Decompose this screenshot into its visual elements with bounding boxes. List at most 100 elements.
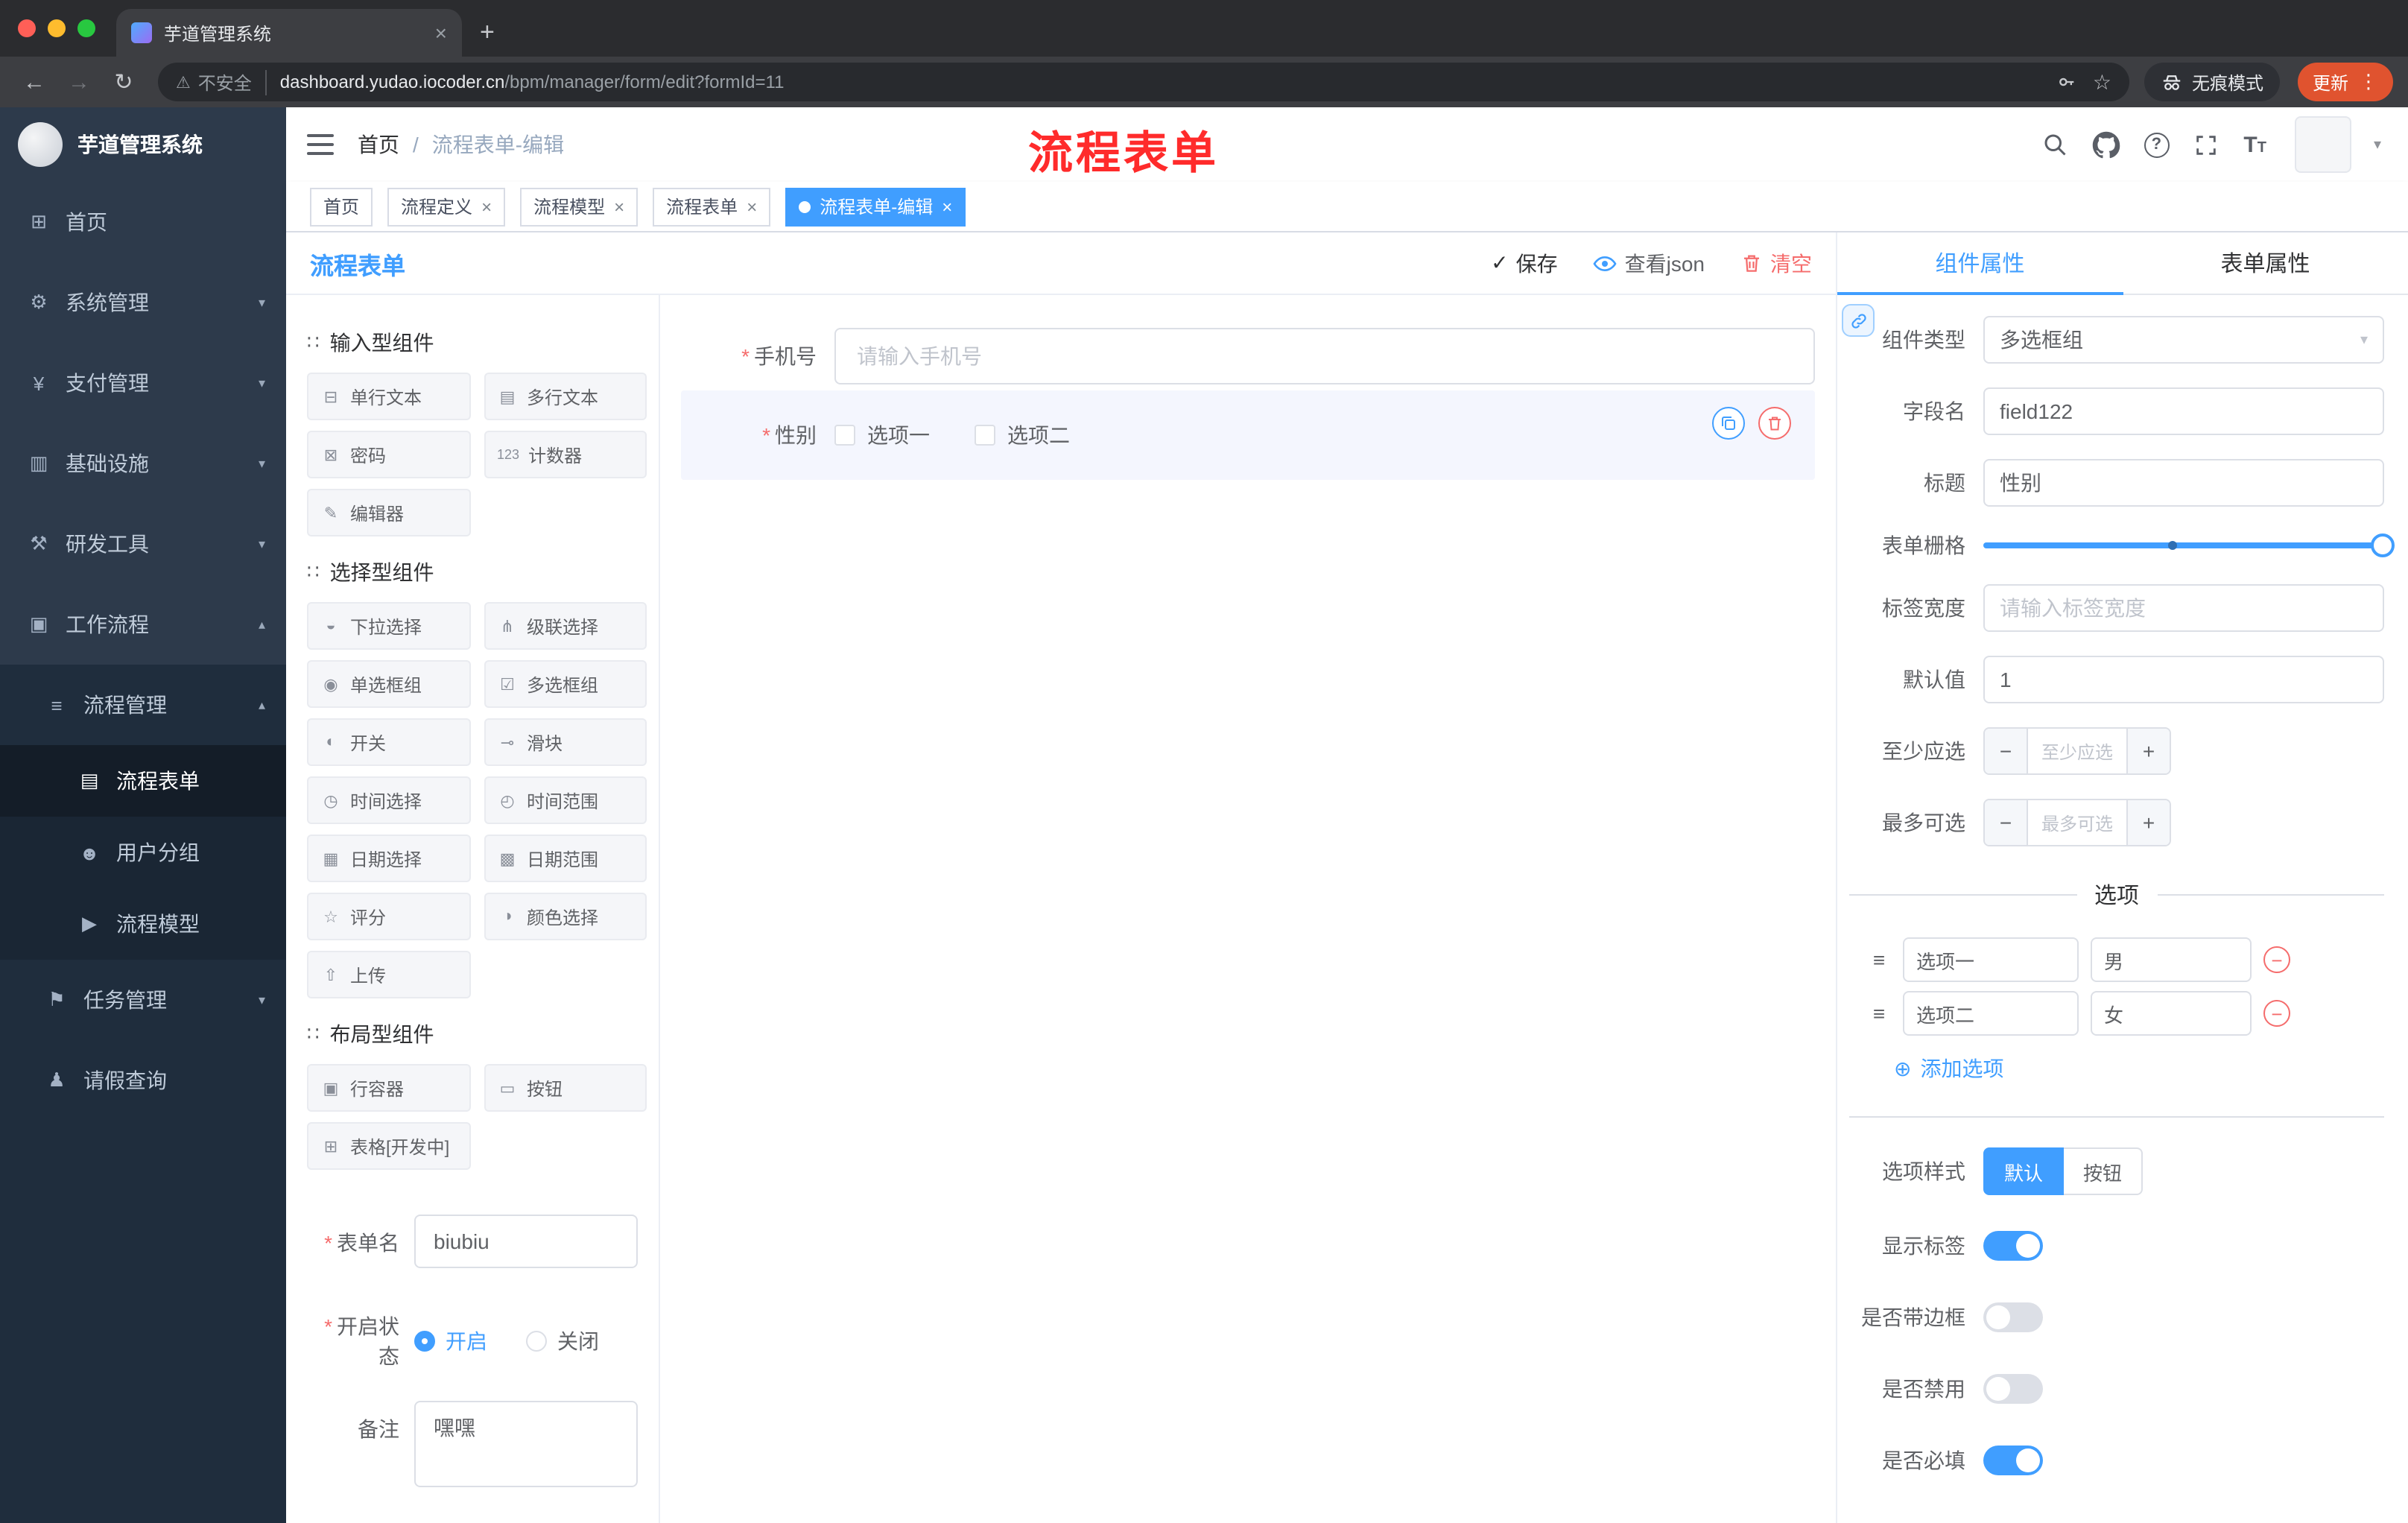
palette-item-date-range[interactable]: ▩ 日期范围 (484, 835, 647, 882)
style-button-button[interactable]: 按钮 (2064, 1147, 2144, 1195)
window-minimize-button[interactable] (48, 19, 66, 37)
gender-option1-checkbox[interactable]: 选项一 (834, 420, 930, 450)
disabled-toggle[interactable] (1983, 1374, 2043, 1404)
forward-icon[interactable]: → (60, 69, 98, 95)
palette-item-editor[interactable]: ✎ 编辑器 (307, 489, 470, 536)
sidebar-item-process-form[interactable]: ▤ 流程表单 (0, 745, 286, 817)
selected-widget-gender[interactable]: 性别 选项一 选项二 (681, 390, 1815, 480)
tab-component-props[interactable]: 组件属性 (1837, 232, 2123, 294)
sidebar-item-process-management[interactable]: ≡ 流程管理 ▴ (0, 665, 286, 745)
breadcrumb-home[interactable]: 首页 (358, 130, 399, 159)
option2-value-input[interactable] (2091, 991, 2252, 1036)
minus-icon[interactable]: − (1985, 800, 2028, 845)
tab-close-icon[interactable]: × (435, 21, 447, 45)
help-icon[interactable]: ? (2144, 132, 2170, 157)
browser-update-button[interactable]: 更新 ⋮ (2297, 63, 2393, 101)
reload-icon[interactable]: ↻ (104, 69, 143, 95)
font-size-icon[interactable]: TT (2243, 133, 2266, 156)
plus-icon[interactable]: + (2126, 800, 2170, 845)
sidebar-item-devtools[interactable]: ⚒ 研发工具 ▾ (0, 504, 286, 584)
palette-item-textarea[interactable]: ▤ 多行文本 (484, 373, 647, 420)
browser-menu-dots-icon[interactable]: ⋮ (2359, 70, 2378, 94)
clear-button[interactable]: 清空 (1740, 248, 1812, 278)
status-on-radio[interactable]: 开启 (414, 1326, 487, 1356)
fullscreen-icon[interactable] (2191, 130, 2221, 159)
new-tab-button[interactable]: + (462, 18, 513, 57)
sidebar-item-workflow[interactable]: ▣ 工作流程 ▴ (0, 584, 286, 665)
palette-item-single-line-text[interactable]: ⊟ 单行文本 (307, 373, 470, 420)
tag-process-definition[interactable]: 流程定义 × (387, 187, 506, 226)
sidebar-item-payment[interactable]: ¥ 支付管理 ▾ (0, 343, 286, 423)
palette-item-upload[interactable]: ⇧ 上传 (307, 951, 470, 998)
gender-option2-checkbox[interactable]: 选项二 (975, 420, 1070, 450)
status-off-radio[interactable]: 关闭 (526, 1326, 599, 1356)
address-bar[interactable]: ⚠ 不安全 dashboard.yudao.iocoder.cn /bpm/ma… (158, 63, 2129, 101)
form-canvas[interactable]: 手机号 性别 选项一 选项二 (660, 295, 1836, 1523)
remark-textarea[interactable]: 嘿嘿 (414, 1401, 638, 1487)
sidebar-item-system[interactable]: ⚙ 系统管理 ▾ (0, 262, 286, 343)
search-icon[interactable] (2039, 130, 2069, 159)
palette-item-row-container[interactable]: ▣ 行容器 (307, 1064, 470, 1112)
palette-item-slider[interactable]: ⊸ 滑块 (484, 718, 647, 766)
tag-home[interactable]: 首页 (310, 187, 373, 226)
drag-handle-icon[interactable]: ≡ (1867, 948, 1891, 972)
tag-process-form[interactable]: 流程表单 × (653, 187, 771, 226)
option2-label-input[interactable] (1903, 991, 2079, 1036)
sidebar-item-user-group[interactable]: ☻ 用户分组 (0, 817, 286, 888)
tag-close-icon[interactable]: × (942, 196, 952, 217)
option1-label-input[interactable] (1903, 937, 2079, 982)
palette-item-time-range[interactable]: ◴ 时间范围 (484, 776, 647, 824)
required-toggle[interactable] (1983, 1446, 2043, 1475)
github-icon[interactable] (2091, 130, 2121, 159)
hamburger-menu-icon[interactable] (307, 131, 334, 158)
palette-item-color-picker[interactable]: ◑ 颜色选择 (484, 893, 647, 940)
border-toggle[interactable] (1983, 1302, 2043, 1332)
view-json-button[interactable]: 查看json (1594, 248, 1705, 278)
doc-link-button[interactable] (1842, 304, 1875, 337)
option1-value-input[interactable] (2091, 937, 2252, 982)
user-avatar[interactable] (2294, 116, 2351, 173)
palette-item-button[interactable]: ▭ 按钮 (484, 1064, 647, 1112)
drag-handle-icon[interactable]: ≡ (1867, 1001, 1891, 1025)
minus-icon[interactable]: − (1985, 729, 2028, 773)
palette-item-rate[interactable]: ☆ 评分 (307, 893, 470, 940)
sidebar-item-leave-query[interactable]: ♟ 请假查询 (0, 1040, 286, 1121)
palette-item-switch[interactable]: ◐ 开关 (307, 718, 470, 766)
form-name-input[interactable] (414, 1215, 638, 1268)
sidebar-item-home[interactable]: ⊞ 首页 (0, 182, 286, 262)
label-width-input[interactable] (1983, 584, 2384, 632)
tag-process-model[interactable]: 流程模型 × (520, 187, 639, 226)
field-name-input[interactable] (1983, 387, 2384, 435)
palette-item-select[interactable]: ◒ 下拉选择 (307, 602, 470, 650)
title-input[interactable] (1983, 459, 2384, 507)
sidebar-logo-row[interactable]: 芋道管理系统 (0, 107, 286, 182)
min-select-value[interactable]: 至少应选 (2028, 729, 2126, 773)
tag-close-icon[interactable]: × (614, 196, 624, 217)
copy-widget-button[interactable] (1712, 407, 1745, 440)
back-icon[interactable]: ← (15, 69, 54, 95)
slider-track[interactable] (1983, 533, 2395, 557)
password-key-icon[interactable] (2057, 72, 2078, 92)
grid-slider[interactable] (1983, 533, 2395, 557)
save-button[interactable]: ✓ 保存 (1491, 248, 1557, 278)
remove-option-button[interactable]: − (2263, 1000, 2290, 1027)
palette-item-checkbox-group[interactable]: ☑ 多选框组 (484, 660, 647, 708)
tag-close-icon[interactable]: × (747, 196, 757, 217)
slider-handle[interactable] (2371, 533, 2395, 557)
palette-item-date-picker[interactable]: ▦ 日期选择 (307, 835, 470, 882)
palette-item-counter[interactable]: 123 计数器 (484, 431, 647, 478)
palette-item-table[interactable]: ⊞ 表格[开发中] (307, 1122, 470, 1170)
window-zoom-button[interactable] (77, 19, 95, 37)
style-default-button[interactable]: 默认 (1983, 1147, 2065, 1195)
window-close-button[interactable] (18, 19, 36, 37)
sidebar-item-task-management[interactable]: ⚑ 任务管理 ▾ (0, 960, 286, 1040)
phone-field-row[interactable]: 手机号 (681, 328, 1815, 384)
tag-process-form-edit[interactable]: 流程表单-编辑 × (785, 187, 966, 226)
sidebar-item-process-model[interactable]: ▶ 流程模型 (0, 888, 286, 960)
bookmark-star-icon[interactable]: ☆ (2093, 69, 2111, 95)
remove-option-button[interactable]: − (2263, 946, 2290, 973)
tag-close-icon[interactable]: × (481, 196, 492, 217)
palette-item-cascader[interactable]: ⋔ 级联选择 (484, 602, 647, 650)
show-label-toggle[interactable] (1983, 1231, 2043, 1261)
add-option-button[interactable]: ⊕ 添加选项 (1894, 1054, 2384, 1083)
